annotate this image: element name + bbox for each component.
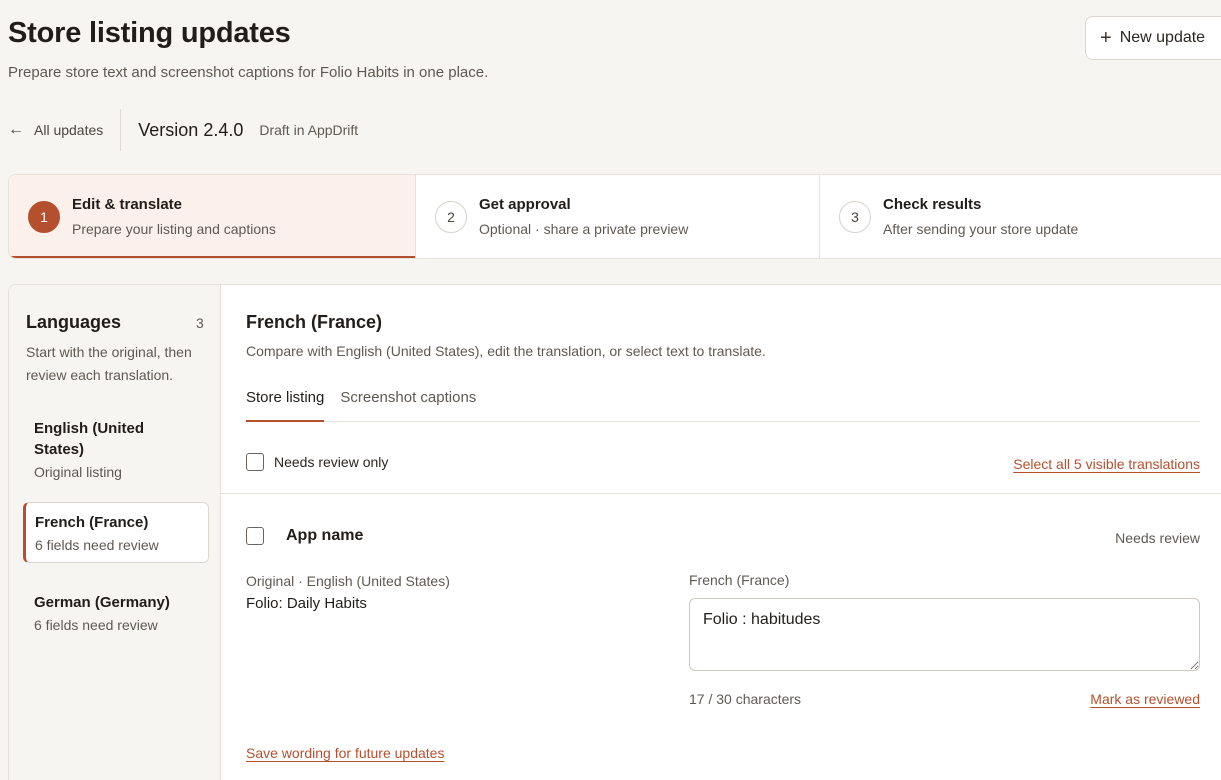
progress-stepper: 1 Edit & translate Prepare your listing … [8, 174, 1221, 259]
languages-count: 3 [196, 315, 204, 331]
page-subtitle: Prepare store text and screenshot captio… [8, 64, 489, 81]
status-badge: Needs review [1115, 530, 1200, 546]
needs-review-checkbox[interactable] [246, 453, 264, 471]
tab-store-listing[interactable]: Store listing [246, 377, 325, 422]
step-number: 1 [28, 200, 60, 233]
mark-as-reviewed-link[interactable]: Mark as reviewed [1051, 691, 1200, 707]
language-name: German (Germany) [34, 594, 170, 611]
all-updates-link[interactable]: ← All updates [8, 121, 103, 139]
editor-tabs: Store listing Screenshot captions [246, 377, 1200, 422]
language-title: French (France) [246, 312, 383, 332]
needs-review-label: Needs review only [274, 454, 389, 470]
draft-status: Draft in AppDrift [259, 122, 359, 138]
languages-help: Start with the original, then review eac… [26, 344, 192, 383]
language-description: Compare with English (United States), ed… [246, 343, 766, 359]
step-number: 3 [839, 200, 871, 233]
step-get-approval[interactable]: 2 Get approval Optional · share a privat… [415, 175, 819, 258]
divider [221, 493, 1221, 494]
tab-screenshot-captions[interactable]: Screenshot captions [340, 377, 476, 421]
version-title: Version 2.4.0 [138, 119, 244, 140]
field-name: App name [286, 527, 364, 544]
app-name-checkbox[interactable] [246, 527, 264, 545]
sidebar-item-french-france[interactable]: French (France) 6 fields need review [23, 502, 209, 563]
arrow-left-icon: ← [8, 121, 24, 138]
step-edit-translate[interactable]: 1 Edit & translate Prepare your listing … [9, 175, 415, 258]
language-name: French (France) [35, 514, 149, 531]
languages-sidebar: Languages 3 Start with the original, the… [9, 285, 221, 780]
language-status: 6 fields need review [34, 617, 158, 633]
language-status: 6 fields need review [35, 537, 159, 553]
step-title: Edit & translate [72, 196, 183, 213]
translation-input[interactable]: Folio : habitudes [689, 598, 1200, 671]
all-updates-label: All updates [34, 122, 104, 138]
breadcrumb: ← All updates Version 2.4.0 Draft in App… [8, 108, 358, 152]
step-number: 2 [435, 200, 467, 233]
sidebar-item-english-us[interactable]: English (United States) Original listing [23, 409, 209, 489]
language-status: Original listing [34, 464, 122, 480]
page-title: Store listing updates [8, 17, 291, 49]
needs-review-filter: Needs review only [246, 453, 388, 471]
original-value: Folio: Daily Habits [246, 595, 367, 612]
language-name: English (United States) [34, 420, 144, 458]
plus-icon: + [1100, 27, 1112, 49]
original-label: Original · English (United States) [246, 573, 450, 589]
sidebar-item-german-germany[interactable]: German (Germany) 6 fields need review [23, 583, 209, 642]
field-header: App name [246, 527, 363, 545]
languages-title: Languages [26, 312, 122, 332]
translation-editor: French (France) Compare with English (Un… [221, 285, 1221, 780]
new-update-button[interactable]: + New update [1085, 16, 1221, 60]
save-wording-link[interactable]: Save wording for future updates [246, 745, 444, 761]
step-title: Get approval [479, 196, 571, 213]
step-description: Prepare your listing and captions [72, 221, 276, 237]
select-all-translations-link[interactable]: Select all 5 visible translations [1005, 456, 1200, 472]
character-count: 17 / 30 characters [689, 691, 802, 707]
translation-label: French (France) [689, 572, 790, 588]
step-title: Check results [883, 196, 982, 213]
step-check-results[interactable]: 3 Check results After sending your store… [819, 175, 1221, 258]
step-description: After sending your store update [883, 221, 1079, 237]
step-description: Optional · share a private preview [479, 221, 689, 237]
editor-panel: Languages 3 Start with the original, the… [8, 284, 1221, 780]
new-update-label: New update [1119, 29, 1206, 46]
breadcrumb-divider [120, 109, 122, 151]
